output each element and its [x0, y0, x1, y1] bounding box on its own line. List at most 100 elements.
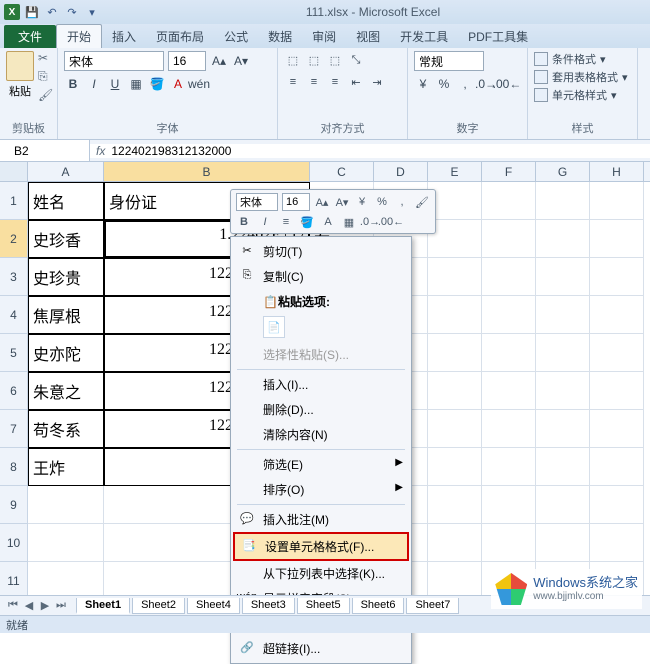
- cell-F6[interactable]: [482, 372, 536, 410]
- paste-button[interactable]: 粘贴: [6, 51, 34, 118]
- row-header[interactable]: 3: [0, 258, 28, 296]
- format-painter-icon[interactable]: 🖌: [38, 88, 53, 102]
- cell-H5[interactable]: [590, 334, 644, 372]
- cell-G10[interactable]: [536, 524, 590, 562]
- align-bottom-icon[interactable]: ⬚: [326, 51, 344, 69]
- sheet-tab[interactable]: Sheet2: [132, 598, 185, 614]
- col-header-C[interactable]: C: [310, 162, 374, 181]
- cell-A7[interactable]: 苟冬系: [28, 410, 104, 448]
- cell-A5[interactable]: 史亦陀: [28, 334, 104, 372]
- mini-increase-font-icon[interactable]: A▴: [314, 194, 330, 210]
- tab-page-layout[interactable]: 页面布局: [146, 25, 214, 48]
- cell-H4[interactable]: [590, 296, 644, 334]
- cell-F4[interactable]: [482, 296, 536, 334]
- currency-icon[interactable]: ¥: [414, 75, 432, 93]
- cell-H1[interactable]: [590, 182, 644, 220]
- cell-E6[interactable]: [428, 372, 482, 410]
- cell-A4[interactable]: 焦厚根: [28, 296, 104, 334]
- cell-F1[interactable]: [482, 182, 536, 220]
- tab-data[interactable]: 数据: [258, 25, 302, 48]
- name-box[interactable]: B2: [0, 140, 90, 161]
- sheet-tab[interactable]: Sheet1: [76, 598, 130, 614]
- mini-italic-button[interactable]: I: [257, 214, 273, 230]
- cell-F8[interactable]: [482, 448, 536, 486]
- mini-percent-icon[interactable]: %: [374, 194, 390, 210]
- cell-A3[interactable]: 史珍贵: [28, 258, 104, 296]
- cell-styles-button[interactable]: 单元格样式 ▾: [534, 87, 631, 103]
- cell-H6[interactable]: [590, 372, 644, 410]
- cell-A6[interactable]: 朱意之: [28, 372, 104, 410]
- cell-A10[interactable]: [28, 524, 104, 562]
- fill-color-button[interactable]: 🪣: [148, 75, 166, 93]
- cell-F3[interactable]: [482, 258, 536, 296]
- col-header-H[interactable]: H: [590, 162, 644, 181]
- sheet-tab[interactable]: Sheet5: [297, 598, 350, 614]
- orientation-icon[interactable]: ⤡: [347, 51, 365, 69]
- format-table-button[interactable]: 套用表格格式 ▾: [534, 69, 631, 85]
- cm-insert[interactable]: 插入(I)...: [233, 372, 409, 397]
- align-top-icon[interactable]: ⬚: [284, 51, 302, 69]
- sheet-nav-prev-icon[interactable]: ◀: [22, 599, 36, 612]
- row-header[interactable]: 5: [0, 334, 28, 372]
- mini-font-size[interactable]: [282, 193, 310, 211]
- row-header[interactable]: 10: [0, 524, 28, 562]
- decrease-font-icon[interactable]: A▾: [232, 52, 250, 70]
- sheet-nav-next-icon[interactable]: ▶: [38, 599, 52, 612]
- sheet-tab[interactable]: Sheet6: [352, 598, 405, 614]
- cell-A9[interactable]: [28, 486, 104, 524]
- number-format-box[interactable]: [414, 51, 484, 71]
- row-header[interactable]: 8: [0, 448, 28, 486]
- indent-increase-icon[interactable]: ⇥: [368, 73, 386, 91]
- cell-G2[interactable]: [536, 220, 590, 258]
- font-size-box[interactable]: [168, 51, 206, 71]
- mini-decrease-font-icon[interactable]: A▾: [334, 194, 350, 210]
- cell-F9[interactable]: [482, 486, 536, 524]
- redo-icon[interactable]: ↷: [64, 4, 80, 20]
- tab-pdf[interactable]: PDF工具集: [458, 25, 538, 48]
- cell-G5[interactable]: [536, 334, 590, 372]
- col-header-E[interactable]: E: [428, 162, 482, 181]
- cell-H9[interactable]: [590, 486, 644, 524]
- cell-G7[interactable]: [536, 410, 590, 448]
- cm-filter[interactable]: 筛选(E)▶: [233, 452, 409, 477]
- mini-font-name[interactable]: [236, 193, 278, 211]
- sheet-tab[interactable]: Sheet3: [242, 598, 295, 614]
- mini-font-color-icon[interactable]: A: [320, 214, 336, 230]
- cell-G1[interactable]: [536, 182, 590, 220]
- cell-H2[interactable]: [590, 220, 644, 258]
- cm-format-cells[interactable]: 📑设置单元格格式(F)...: [233, 532, 409, 561]
- sheet-nav-first-icon[interactable]: ⏮: [6, 599, 20, 612]
- cell-A2[interactable]: 史珍香: [28, 220, 104, 258]
- copy-icon[interactable]: ⎘: [38, 69, 53, 84]
- cm-clear[interactable]: 清除内容(N): [233, 422, 409, 447]
- cell-E4[interactable]: [428, 296, 482, 334]
- mini-format-painter-icon[interactable]: 🖌: [414, 194, 430, 210]
- cm-cut[interactable]: ✂剪切(T): [233, 239, 409, 264]
- decrease-decimal-icon[interactable]: .00←: [498, 75, 516, 93]
- cm-dropdown-list[interactable]: 从下拉列表中选择(K)...: [233, 561, 409, 586]
- sheet-tab[interactable]: Sheet4: [187, 598, 240, 614]
- cell-F10[interactable]: [482, 524, 536, 562]
- comma-icon[interactable]: ,: [456, 75, 474, 93]
- cut-icon[interactable]: ✂: [38, 51, 53, 65]
- col-header-F[interactable]: F: [482, 162, 536, 181]
- qat-dropdown-icon[interactable]: ▾: [84, 4, 100, 20]
- cell-E1[interactable]: [428, 182, 482, 220]
- align-middle-icon[interactable]: ⬚: [305, 51, 323, 69]
- row-header[interactable]: 6: [0, 372, 28, 410]
- tab-insert[interactable]: 插入: [102, 25, 146, 48]
- tab-formulas[interactable]: 公式: [214, 25, 258, 48]
- cell-E9[interactable]: [428, 486, 482, 524]
- col-header-D[interactable]: D: [374, 162, 428, 181]
- conditional-format-button[interactable]: 条件格式 ▾: [534, 51, 631, 67]
- fx-icon[interactable]: fx: [96, 144, 105, 158]
- cell-G9[interactable]: [536, 486, 590, 524]
- cell-H10[interactable]: [590, 524, 644, 562]
- align-left-icon[interactable]: ≡: [284, 73, 302, 91]
- bold-button[interactable]: B: [64, 75, 82, 93]
- col-header-A[interactable]: A: [28, 162, 104, 181]
- cm-paste-special[interactable]: 选择性粘贴(S)...: [233, 342, 409, 367]
- mini-currency-icon[interactable]: ¥: [354, 194, 370, 210]
- cm-sort[interactable]: 排序(O)▶: [233, 477, 409, 502]
- row-header[interactable]: 2: [0, 220, 28, 258]
